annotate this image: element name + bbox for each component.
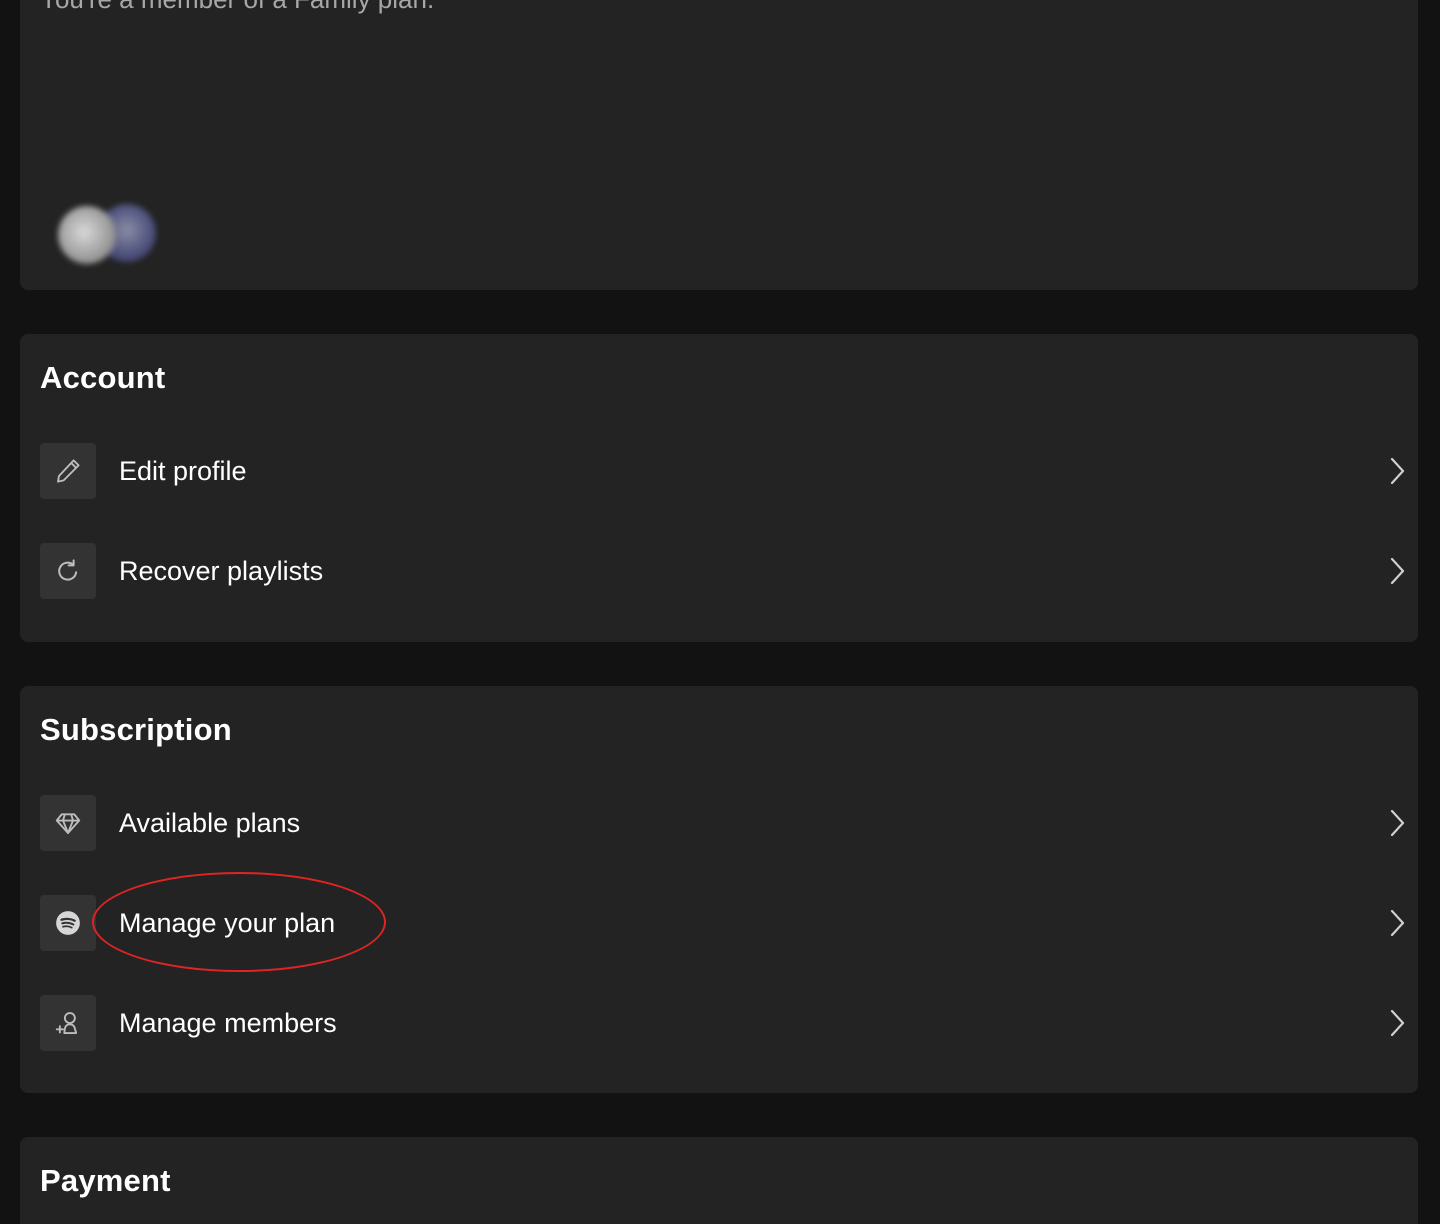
section-title: Subscription	[40, 712, 232, 747]
row-label: Recover playlists	[119, 555, 324, 586]
refresh-icon	[40, 543, 96, 599]
avatar	[58, 206, 116, 264]
plan-subtitle: You're a member of a Family plan.	[40, 0, 434, 15]
diamond-icon	[40, 795, 96, 851]
row-label: Available plans	[119, 807, 301, 838]
row-label: Edit profile	[119, 455, 247, 486]
spotify-logo-icon	[40, 895, 96, 951]
add-person-icon	[40, 995, 96, 1051]
pencil-icon	[40, 443, 96, 499]
section-title: Account	[40, 360, 166, 395]
recover-playlists-row[interactable]: Recover playlists	[40, 541, 1416, 601]
chevron-right-icon	[1390, 557, 1405, 585]
plan-card: You're a member of a Family plan.	[20, 0, 1418, 290]
subscription-section: Subscription Available plans Manage your…	[20, 686, 1418, 1093]
row-label: Manage your plan	[119, 907, 336, 938]
plan-members-avatars	[58, 204, 158, 266]
chevron-right-icon	[1390, 909, 1405, 937]
section-title: Payment	[40, 1163, 171, 1198]
edit-profile-row[interactable]: Edit profile	[40, 441, 1416, 501]
chevron-right-icon	[1390, 457, 1405, 485]
available-plans-row[interactable]: Available plans	[40, 793, 1416, 853]
manage-members-row[interactable]: Manage members	[40, 993, 1416, 1053]
chevron-right-icon	[1390, 809, 1405, 837]
manage-your-plan-row[interactable]: Manage your plan	[40, 893, 1416, 953]
account-overview-page: You're a member of a Family plan. Accoun…	[0, 0, 1440, 1224]
chevron-right-icon	[1390, 1009, 1405, 1037]
row-label: Manage members	[119, 1007, 337, 1038]
payment-section: Payment	[20, 1137, 1418, 1224]
account-section: Account Edit profile Recover playlists	[20, 334, 1418, 642]
